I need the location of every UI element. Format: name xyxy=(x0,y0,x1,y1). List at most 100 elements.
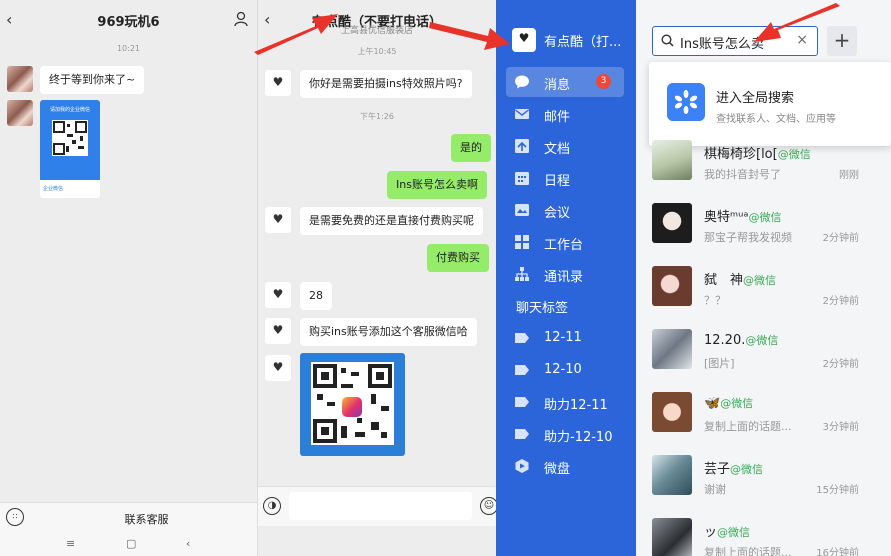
chat-panel-left: ‹ 969玩机6 10:21 终于等到你来了~ 请加我的企业微信 企业微信 ∷ … xyxy=(0,0,258,556)
tag-icon xyxy=(515,429,529,439)
close-icon[interactable]: × xyxy=(796,32,808,48)
sidebar-item-label: 微盘 xyxy=(544,462,571,477)
heart-icon: ♥ xyxy=(272,323,284,337)
sidebar-item-messages[interactable]: 消息 3 xyxy=(506,67,624,97)
list-item[interactable]: 🦋@微信 复制上面的话题... 3分钟前 xyxy=(636,385,891,448)
qr-card[interactable]: 请加我的企业微信 企业微信 xyxy=(40,100,100,198)
contact-name: 🦋 xyxy=(704,396,721,411)
heart-icon: ♥ xyxy=(272,287,284,301)
user-icon[interactable] xyxy=(234,11,248,27)
my-avatar[interactable]: ♥ xyxy=(512,28,536,52)
message-preview: 我的抖音封号了 xyxy=(704,168,781,181)
keyboard-icon[interactable]: ∷ xyxy=(6,508,24,526)
back-nav-icon[interactable]: ‹ xyxy=(186,537,190,550)
wechat-tag: @微信 xyxy=(777,148,811,161)
contact-service-button[interactable]: 联系客服 xyxy=(36,511,257,527)
message-input[interactable] xyxy=(289,492,472,520)
avatar xyxy=(652,203,692,243)
global-search-icon xyxy=(667,83,705,121)
timestamp: 下午1:26 xyxy=(360,112,394,121)
sidebar-item-mail[interactable]: 邮件 xyxy=(506,99,624,129)
list-item[interactable]: 芸子@微信 谢谢 15分钟前 xyxy=(636,448,891,511)
home-icon[interactable]: ▢ xyxy=(126,537,136,550)
sidebar-item-tag[interactable]: 助力12-11 xyxy=(506,387,624,417)
message-time: 刚刚 xyxy=(839,170,859,181)
wechat-tag: @微信 xyxy=(743,274,777,287)
contact-name: 奥特ᵐᵘᵃ xyxy=(704,210,749,225)
sidebar-item-label: 工作台 xyxy=(544,238,584,253)
contact-name: 12.20. xyxy=(704,333,746,348)
message-bubble: 终于等到你来了~ xyxy=(40,66,145,94)
message-bubble: 28 xyxy=(300,282,332,310)
avatar xyxy=(652,518,692,556)
chat-header: ‹ 969玩机6 xyxy=(0,0,257,38)
sidebar-item-workbench[interactable]: 工作台 xyxy=(506,227,624,257)
wechat-tag: @微信 xyxy=(717,526,751,539)
avatar xyxy=(652,329,692,369)
message-time: 2分钟前 xyxy=(822,296,859,307)
avatar[interactable] xyxy=(7,66,33,92)
org-chart-icon xyxy=(515,267,529,281)
message-bubble: 你好是需要拍摄ins特效照片吗? xyxy=(300,70,472,98)
qr-image-message[interactable] xyxy=(300,353,405,456)
message-bubble: 是需要免费的还是直接付费购买呢 xyxy=(300,207,483,235)
sidebar-item-tag[interactable]: 12-10 xyxy=(506,355,624,385)
search-value: Ins账号怎么卖 xyxy=(680,37,764,52)
avatar xyxy=(652,140,692,180)
avatar xyxy=(652,392,692,432)
add-button[interactable]: + xyxy=(827,26,857,56)
heart-icon: ♥ xyxy=(272,360,284,374)
heart-icon: ♥ xyxy=(272,75,284,89)
message-time: 2分钟前 xyxy=(822,359,859,370)
sidebar-item-docs[interactable]: 文档 xyxy=(506,131,624,161)
instagram-icon xyxy=(342,397,362,417)
cloud-disk-icon xyxy=(515,459,529,473)
avatar[interactable]: ♥ xyxy=(265,282,291,308)
calendar-icon xyxy=(515,172,529,185)
message-bubble: 购买ins账号添加这个客服微信哈 xyxy=(300,318,477,346)
wechat-tag: @微信 xyxy=(745,334,779,347)
heart-icon: ♥ xyxy=(518,31,530,45)
sidebar-item-tag[interactable]: 12-11 xyxy=(506,323,624,353)
search-input[interactable]: Ins账号怎么卖 × xyxy=(652,26,818,56)
contact-name: 芸子 xyxy=(704,462,731,477)
message-preview: 复制上面的话题... xyxy=(704,546,792,556)
sidebar-item-meeting[interactable]: 会议 xyxy=(506,195,624,225)
message-bubble-self: Ins账号怎么卖啊 xyxy=(387,171,487,199)
conversation-list: Ins账号怎么卖 × + 进入全局搜索 查找联系人、文档、应用等 棋梅椅珍[lo… xyxy=(636,0,891,556)
contact-name: 弑 神 xyxy=(704,273,744,288)
sidebar-item-label: 日程 xyxy=(544,174,571,189)
list-item[interactable]: 弑 神@微信 ？？ 2分钟前 xyxy=(636,259,891,322)
sidebar-item-weidisk[interactable]: 微盘 xyxy=(506,451,624,481)
avatar[interactable]: ♥ xyxy=(265,318,291,344)
sidebar-item-tag[interactable]: 助力-12-10 xyxy=(506,419,624,449)
unread-badge: 3 xyxy=(596,74,611,89)
sidebar-item-label: 通讯录 xyxy=(544,270,584,285)
mail-icon xyxy=(515,109,529,119)
avatar[interactable]: ♥ xyxy=(265,70,291,96)
list-item[interactable]: 棋梅椅珍[lo[@微信 我的抖音封号了 刚刚 xyxy=(636,133,891,196)
qr-code-icon xyxy=(52,120,88,156)
menu-icon[interactable]: ≡ xyxy=(66,537,75,550)
chat-tags-header: 聊天标签 xyxy=(516,301,569,316)
sidebar-item-label: 会议 xyxy=(544,206,571,221)
list-item[interactable]: 12.20.@微信 [图片] 2分钟前 xyxy=(636,322,891,385)
qr-caption: 请加我的企业微信 xyxy=(49,107,90,113)
grid-icon xyxy=(515,235,529,249)
sidebar-item-label: 邮件 xyxy=(544,110,571,125)
avatar[interactable] xyxy=(7,100,33,126)
list-item[interactable]: 奥特ᵐᵘᵃ@微信 那宝子帮我发视频 2分钟前 xyxy=(636,196,891,259)
wechat-tag: @微信 xyxy=(730,463,764,476)
avatar[interactable]: ♥ xyxy=(265,355,291,381)
contact-name: 棋梅椅珍[lo[ xyxy=(704,147,778,162)
avatar[interactable]: ♥ xyxy=(265,207,291,233)
chat-subtitle: 上高县优信服装店 xyxy=(340,26,413,36)
qr-brand: 企业微信 xyxy=(43,186,64,192)
dropdown-title: 进入全局搜索 xyxy=(716,91,795,106)
sidebar-item-calendar[interactable]: 日程 xyxy=(506,163,624,193)
voice-icon[interactable]: ◑ xyxy=(263,497,281,515)
sidebar-item-contacts[interactable]: 通讯录 xyxy=(506,259,624,289)
list-item[interactable]: ッ@微信 复制上面的话题... 16分钟前 xyxy=(636,511,891,556)
message-preview: 那宝子帮我发视频 xyxy=(704,231,792,244)
sidebar-item-label: 12-11 xyxy=(544,330,582,345)
